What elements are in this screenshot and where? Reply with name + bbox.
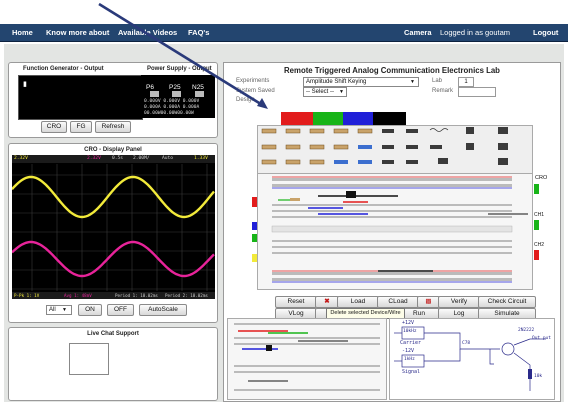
annotation-arrow-line (98, 2, 265, 108)
annotation-arrow-head-icon (257, 98, 268, 109)
annotation-arrow-svg (98, 2, 268, 109)
